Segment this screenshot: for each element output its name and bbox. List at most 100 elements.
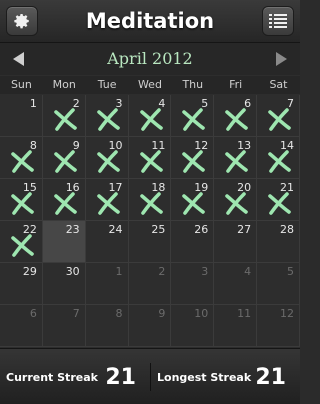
day-number: 10 xyxy=(194,307,209,320)
month-title: April 2012 xyxy=(107,49,193,68)
calendar-day[interactable]: 30 xyxy=(42,263,86,305)
check-mark-x-icon xyxy=(182,150,206,173)
calendar-day[interactable]: 16 xyxy=(42,179,86,221)
calendar-day[interactable]: 9 xyxy=(128,305,172,347)
day-number: 11 xyxy=(237,307,252,320)
day-number: 8 xyxy=(115,307,123,320)
check-mark-x-icon xyxy=(96,192,120,215)
calendar-day[interactable]: 5 xyxy=(257,263,300,305)
longest-streak-label: Longest Streak xyxy=(157,370,252,384)
check-mark-x-icon xyxy=(225,108,249,131)
calendar-day[interactable]: 11 xyxy=(214,305,258,347)
day-number: 7 xyxy=(72,307,80,320)
check-mark-x-icon xyxy=(139,192,163,215)
calendar-day[interactable]: 26 xyxy=(171,221,215,263)
check-mark-x-icon xyxy=(11,234,34,257)
check-mark-x-icon xyxy=(182,108,206,131)
menu-button[interactable] xyxy=(262,6,294,36)
calendar-day[interactable]: 20 xyxy=(214,179,258,221)
calendar-day[interactable]: 12 xyxy=(171,137,215,179)
current-streak-label: Current Streak xyxy=(6,370,98,384)
month-navigation: April 2012 xyxy=(0,43,300,75)
calendar-day[interactable]: 1 xyxy=(85,263,129,305)
calendar-day[interactable]: 3 xyxy=(171,263,215,305)
calendar-day[interactable]: 18 xyxy=(128,179,172,221)
calendar-day[interactable]: 2 xyxy=(128,263,172,305)
day-number: 27 xyxy=(237,223,252,236)
calendar-day[interactable]: 7 xyxy=(257,95,300,137)
calendar-day[interactable]: 1 xyxy=(0,95,43,137)
calendar-day[interactable]: 13 xyxy=(214,137,258,179)
calendar-day[interactable]: 9 xyxy=(42,137,86,179)
check-mark-x-icon xyxy=(54,108,77,131)
settings-button[interactable] xyxy=(6,6,38,36)
check-mark-x-icon xyxy=(139,108,163,131)
current-streak-value: 21 xyxy=(105,364,136,390)
calendar-day[interactable]: 17 xyxy=(85,179,129,221)
weekday-label: Sun xyxy=(10,78,32,91)
check-mark-x-icon xyxy=(11,192,34,215)
weekday-label: Sat xyxy=(269,78,288,91)
check-mark-x-icon xyxy=(54,192,77,215)
calendar-day[interactable]: 21 xyxy=(257,179,300,221)
check-mark-x-icon xyxy=(268,150,291,173)
longest-streak: Longest Streak 21 xyxy=(151,363,300,391)
weekday-label: Tue xyxy=(97,78,117,91)
weekday-header: Sun Mon Tue Wed Thu Fri Sat xyxy=(0,76,300,94)
calendar-day-today[interactable]: 23 xyxy=(42,221,86,263)
longest-streak-value: 21 xyxy=(255,364,286,390)
calendar-day[interactable]: 28 xyxy=(257,221,300,263)
day-number: 5 xyxy=(286,265,294,278)
calendar-day[interactable]: 27 xyxy=(214,221,258,263)
calendar-day[interactable]: 10 xyxy=(171,305,215,347)
chevron-right-icon[interactable] xyxy=(276,52,287,66)
calendar-day[interactable]: 8 xyxy=(0,137,43,179)
calendar-day[interactable]: 29 xyxy=(0,263,43,305)
calendar-day[interactable]: 3 xyxy=(85,95,129,137)
calendar-day[interactable]: 11 xyxy=(128,137,172,179)
weekday-label: Fri xyxy=(229,78,243,91)
calendar-day[interactable]: 6 xyxy=(214,95,258,137)
calendar-day[interactable]: 8 xyxy=(85,305,129,347)
check-mark-x-icon xyxy=(268,108,291,131)
check-mark-x-icon xyxy=(225,192,249,215)
check-mark-x-icon xyxy=(11,150,34,173)
calendar-grid: 1 2 3 4 5 6 7 8 9 10 11 12 13 14 15 16 17 18 19 20 21 22 23 24 2… xyxy=(0,95,300,347)
weekday-label: Thu xyxy=(182,78,204,91)
day-number: 26 xyxy=(194,223,209,236)
calendar-day[interactable]: 7 xyxy=(42,305,86,347)
page-title: Meditation xyxy=(85,9,215,33)
calendar-day[interactable]: 2 xyxy=(42,95,86,137)
chevron-left-icon[interactable] xyxy=(13,52,24,66)
calendar-day[interactable]: 4 xyxy=(214,263,258,305)
calendar-day[interactable]: 22 xyxy=(0,221,43,263)
day-number: 1 xyxy=(115,265,123,278)
weekday-label: Mon xyxy=(52,78,76,91)
day-number: 25 xyxy=(151,223,166,236)
calendar-day[interactable]: 6 xyxy=(0,305,43,347)
check-mark-x-icon xyxy=(139,150,163,173)
calendar-day[interactable]: 4 xyxy=(128,95,172,137)
day-number: 1 xyxy=(29,97,37,110)
streak-footer: Current Streak 21 Longest Streak 21 xyxy=(0,348,300,404)
check-mark-x-icon xyxy=(225,150,249,173)
calendar-day[interactable]: 14 xyxy=(257,137,300,179)
calendar-day[interactable]: 24 xyxy=(85,221,129,263)
day-number: 9 xyxy=(158,307,166,320)
calendar-day[interactable]: 19 xyxy=(171,179,215,221)
calendar-day[interactable]: 12 xyxy=(257,305,300,347)
calendar-day[interactable]: 25 xyxy=(128,221,172,263)
calendar-day[interactable]: 10 xyxy=(85,137,129,179)
check-mark-x-icon xyxy=(182,192,206,215)
gear-icon xyxy=(14,13,29,29)
calendar-day[interactable]: 15 xyxy=(0,179,43,221)
list-icon xyxy=(269,14,287,28)
calendar-day[interactable]: 5 xyxy=(171,95,215,137)
app-window: Meditation April 2012 Sun Mon Tue Wed Thu Fri… xyxy=(0,0,300,404)
day-number: 4 xyxy=(244,265,252,278)
day-number: 30 xyxy=(65,265,80,278)
top-bar: Meditation xyxy=(0,0,300,43)
check-mark-x-icon xyxy=(96,150,120,173)
day-number: 28 xyxy=(279,223,294,236)
check-mark-x-icon xyxy=(96,108,120,131)
